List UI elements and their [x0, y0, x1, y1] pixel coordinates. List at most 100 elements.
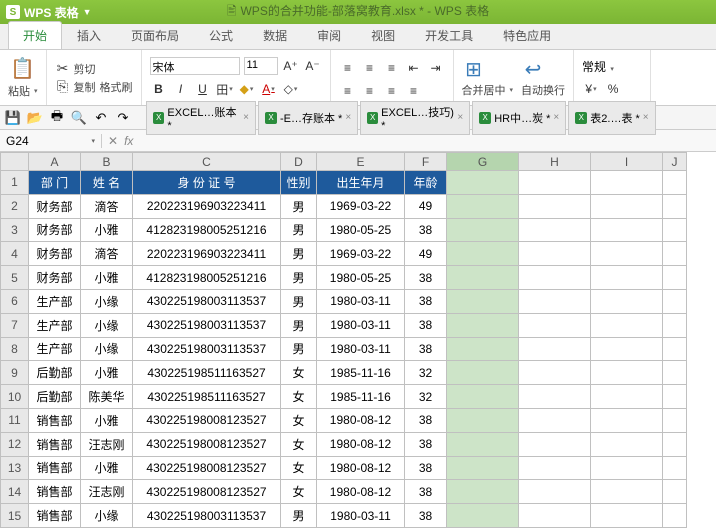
cell[interactable]: 男: [281, 504, 317, 528]
row-header-3[interactable]: 3: [1, 218, 29, 242]
paste-label[interactable]: 粘贴▾: [8, 83, 38, 99]
row-header-11[interactable]: 11: [1, 408, 29, 432]
cell[interactable]: 1969-03-22: [317, 194, 405, 218]
cell[interactable]: [519, 361, 591, 385]
cell[interactable]: [519, 289, 591, 313]
cell[interactable]: [663, 408, 687, 432]
cell[interactable]: 38: [405, 432, 447, 456]
ribbon-tab-6[interactable]: 视图: [356, 21, 410, 49]
cell[interactable]: 女: [281, 432, 317, 456]
align-left-icon[interactable]: ≡: [339, 82, 357, 100]
cell[interactable]: 430225198003113537: [133, 337, 281, 361]
cell[interactable]: 38: [405, 456, 447, 480]
cell[interactable]: 男: [281, 313, 317, 337]
cell[interactable]: 女: [281, 408, 317, 432]
italic-button[interactable]: I: [172, 80, 190, 98]
cell[interactable]: 1980-03-11: [317, 289, 405, 313]
col-header-A[interactable]: A: [29, 153, 81, 171]
cell[interactable]: [591, 385, 663, 409]
cell[interactable]: 小雅: [81, 456, 133, 480]
cell[interactable]: 1985-11-16: [317, 361, 405, 385]
header-cell[interactable]: 姓 名: [81, 171, 133, 195]
cell[interactable]: 38: [405, 337, 447, 361]
doc-tab-0[interactable]: XEXCEL…账本 *×: [146, 101, 256, 135]
increase-font-icon[interactable]: A⁺: [282, 57, 300, 75]
cell[interactable]: 财务部: [29, 218, 81, 242]
align-middle-icon[interactable]: ≡: [361, 59, 379, 77]
cell[interactable]: [519, 480, 591, 504]
col-header-H[interactable]: H: [519, 153, 591, 171]
cell[interactable]: 滴答: [81, 194, 133, 218]
cell[interactable]: 430225198008123527: [133, 480, 281, 504]
cell[interactable]: [447, 385, 519, 409]
merge-button[interactable]: 合并居中▾: [462, 82, 514, 98]
row-header-15[interactable]: 15: [1, 504, 29, 528]
col-header-E[interactable]: E: [317, 153, 405, 171]
cell[interactable]: 小雅: [81, 361, 133, 385]
cell[interactable]: [447, 171, 519, 195]
fx-icon[interactable]: fx: [124, 134, 133, 148]
cell[interactable]: [663, 361, 687, 385]
cell[interactable]: [663, 194, 687, 218]
cell[interactable]: [519, 171, 591, 195]
cell[interactable]: [591, 456, 663, 480]
cell[interactable]: 412823198005251216: [133, 218, 281, 242]
ribbon-tab-7[interactable]: 开发工具: [410, 21, 488, 49]
cell[interactable]: 430225198511163527: [133, 361, 281, 385]
cell[interactable]: 38: [405, 504, 447, 528]
cell[interactable]: [447, 289, 519, 313]
cell[interactable]: 销售部: [29, 504, 81, 528]
cell[interactable]: 38: [405, 266, 447, 290]
ribbon-tab-1[interactable]: 插入: [62, 21, 116, 49]
header-cell[interactable]: 部 门: [29, 171, 81, 195]
cell[interactable]: 财务部: [29, 242, 81, 266]
cell[interactable]: [591, 337, 663, 361]
close-icon[interactable]: ×: [457, 112, 463, 123]
align-right-icon[interactable]: ≡: [383, 82, 401, 100]
indent-left-icon[interactable]: ⇤: [405, 59, 423, 77]
wrap-button[interactable]: 自动换行: [521, 82, 565, 98]
header-cell[interactable]: 出生年月: [317, 171, 405, 195]
cell[interactable]: 1980-08-12: [317, 408, 405, 432]
cell[interactable]: 男: [281, 289, 317, 313]
cell[interactable]: [447, 361, 519, 385]
cell[interactable]: 小雅: [81, 218, 133, 242]
col-header-F[interactable]: F: [405, 153, 447, 171]
cell[interactable]: 38: [405, 289, 447, 313]
cell[interactable]: 430225198003113537: [133, 313, 281, 337]
border-button[interactable]: 田▾: [216, 80, 234, 98]
row-header-2[interactable]: 2: [1, 194, 29, 218]
cell[interactable]: 生产部: [29, 337, 81, 361]
cell[interactable]: 女: [281, 456, 317, 480]
align-bottom-icon[interactable]: ≡: [383, 59, 401, 77]
cell[interactable]: [519, 313, 591, 337]
cell[interactable]: [663, 289, 687, 313]
ribbon-tab-0[interactable]: 开始: [8, 21, 62, 49]
cell[interactable]: [519, 432, 591, 456]
cell[interactable]: [591, 218, 663, 242]
align-center-icon[interactable]: ≡: [361, 82, 379, 100]
row-header-1[interactable]: 1: [1, 171, 29, 195]
cell[interactable]: [447, 194, 519, 218]
align-top-icon[interactable]: ≡: [339, 59, 357, 77]
paste-button[interactable]: 📋: [11, 57, 35, 81]
cell[interactable]: 销售部: [29, 456, 81, 480]
doc-tab-4[interactable]: X表2.…表 *×: [568, 101, 655, 135]
save-icon[interactable]: 💾: [4, 109, 22, 127]
cell[interactable]: [591, 266, 663, 290]
cell[interactable]: [447, 313, 519, 337]
cell[interactable]: 男: [281, 266, 317, 290]
cell[interactable]: 1980-08-12: [317, 432, 405, 456]
row-header-14[interactable]: 14: [1, 480, 29, 504]
currency-icon[interactable]: ¥▾: [582, 80, 600, 98]
cell[interactable]: [447, 504, 519, 528]
cell[interactable]: 生产部: [29, 289, 81, 313]
cell[interactable]: 男: [281, 218, 317, 242]
cell[interactable]: 32: [405, 385, 447, 409]
cell[interactable]: [519, 242, 591, 266]
cell[interactable]: 38: [405, 480, 447, 504]
decrease-font-icon[interactable]: A⁻: [304, 57, 322, 75]
cell[interactable]: 女: [281, 361, 317, 385]
row-header-7[interactable]: 7: [1, 313, 29, 337]
col-header-C[interactable]: C: [133, 153, 281, 171]
